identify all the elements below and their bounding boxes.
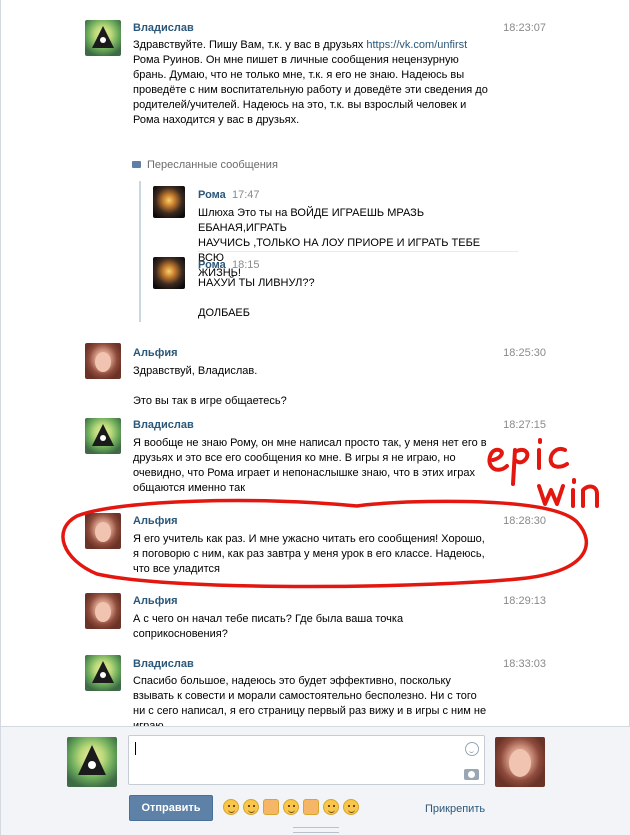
avatar[interactable] bbox=[85, 593, 121, 629]
avatar[interactable] bbox=[85, 655, 121, 691]
forwarded-label: Пересланные сообщения bbox=[147, 159, 278, 171]
message-text: Здравствуйте. Пишу Вам, т.к. у вас в дру… bbox=[133, 38, 488, 128]
emoji-picker-icon[interactable] bbox=[465, 742, 479, 756]
message-time: 18:23:07 bbox=[503, 22, 546, 34]
thumbs-up-emoji-icon[interactable] bbox=[263, 799, 279, 815]
message-text: Спасибо большое, надеюсь это будет эффек… bbox=[133, 675, 487, 726]
joy-emoji-icon[interactable] bbox=[223, 799, 239, 815]
message-text: А с чего он начал тебе писать? Где была … bbox=[133, 613, 404, 640]
laughing-emoji-icon[interactable] bbox=[343, 799, 359, 815]
smile-emoji-icon[interactable] bbox=[283, 799, 299, 815]
message-text: Здравствуй, Владислав. Это вы так в игре… bbox=[133, 365, 287, 407]
relieved-emoji-icon[interactable] bbox=[323, 799, 339, 815]
epic-win-annotation bbox=[487, 438, 599, 508]
message-composer: Отправить Прикрепить bbox=[1, 726, 630, 835]
message-time: 18:33:03 bbox=[503, 658, 546, 670]
thumbs-up-emoji-icon[interactable] bbox=[303, 799, 319, 815]
forwarded-author[interactable]: Рома bbox=[198, 189, 226, 201]
forwarded-time: 17:47 bbox=[232, 189, 260, 201]
send-button[interactable]: Отправить bbox=[129, 795, 213, 821]
emoji-shortcuts bbox=[223, 799, 359, 815]
avatar[interactable] bbox=[85, 20, 121, 56]
recipient-avatar[interactable] bbox=[495, 737, 545, 787]
message-text-part: Рома Руинов. Он мне пишет в личные сообщ… bbox=[133, 54, 488, 126]
avatar[interactable] bbox=[85, 343, 121, 379]
divider bbox=[198, 251, 518, 252]
text-caret bbox=[135, 742, 136, 755]
message-text: Я вообще не знаю Рому, он мне написал пр… bbox=[133, 437, 487, 494]
avatar[interactable] bbox=[85, 418, 121, 454]
message-author[interactable]: Альфия bbox=[133, 595, 178, 607]
camera-icon[interactable] bbox=[464, 769, 479, 780]
message-author[interactable]: Владислав bbox=[133, 419, 194, 431]
message-history[interactable]: Владислав 18:23:07 Здравствуйте. Пишу Ва… bbox=[1, 0, 630, 726]
grin-emoji-icon[interactable] bbox=[243, 799, 259, 815]
message-author[interactable]: Альфия bbox=[133, 347, 178, 359]
forwarded-author[interactable]: Рома bbox=[198, 259, 226, 271]
forwarded-bar bbox=[139, 181, 141, 322]
forwarded-time: 18:15 bbox=[232, 259, 260, 271]
message-input[interactable] bbox=[128, 735, 485, 785]
message-time: 18:29:13 bbox=[503, 595, 546, 607]
dialog-window: Владислав 18:23:07 Здравствуйте. Пишу Ва… bbox=[0, 0, 630, 835]
resize-handle[interactable] bbox=[293, 827, 339, 833]
my-avatar[interactable] bbox=[67, 737, 117, 787]
message-time: 18:25:30 bbox=[503, 347, 546, 359]
message-author[interactable]: Владислав bbox=[133, 22, 194, 34]
avatar[interactable] bbox=[153, 257, 185, 289]
attach-link[interactable]: Прикрепить bbox=[425, 803, 485, 815]
profile-link[interactable]: https://vk.com/unfirst bbox=[366, 39, 467, 51]
avatar[interactable] bbox=[153, 186, 185, 218]
message-author[interactable]: Владислав bbox=[133, 658, 194, 670]
message-text-part: Здравствуйте. Пишу Вам, т.к. у вас в дру… bbox=[133, 39, 367, 51]
forwarded-text: НАХУЙ ТЫ ЛИВНУЛ?? ДОЛБАЕБ bbox=[198, 277, 315, 319]
